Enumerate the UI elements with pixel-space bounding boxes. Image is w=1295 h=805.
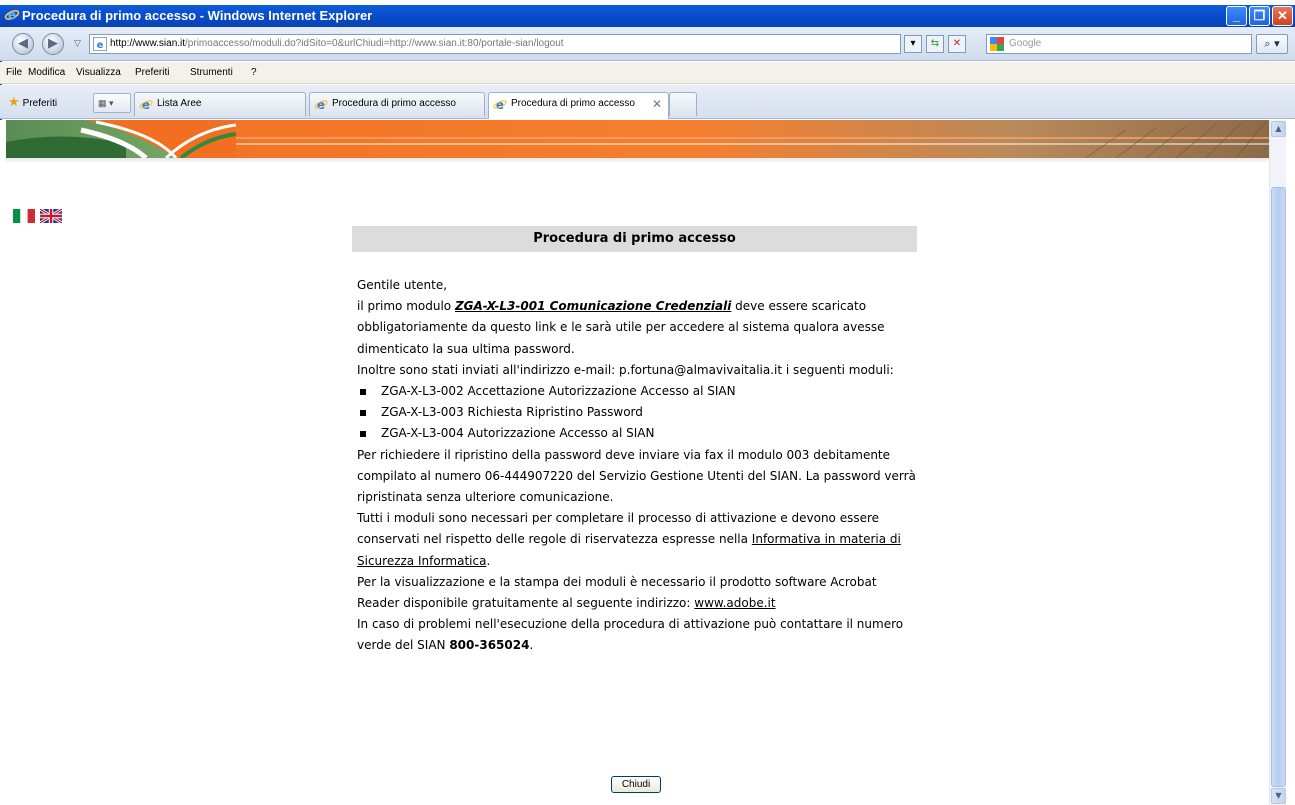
window-right-edge xyxy=(1286,120,1295,805)
ie-tab-icon: e xyxy=(314,98,328,111)
stop-icon[interactable]: ✕ xyxy=(948,35,966,53)
forward-button[interactable]: ▶ xyxy=(42,33,64,55)
tab-close-icon[interactable]: ✕ xyxy=(652,93,662,115)
paragraph-email: Inoltre sono stati inviati all'indirizzo… xyxy=(357,362,894,377)
chiudi-button[interactable]: Chiudi xyxy=(611,776,661,793)
internet-explorer-icon: e xyxy=(4,8,20,22)
tab-lista-aree[interactable]: e Lista Aree xyxy=(134,92,306,116)
minimize-button[interactable]: _ xyxy=(1226,6,1247,26)
menu-strumenti[interactable]: Strumenti xyxy=(190,67,233,78)
title-bar: e Procedura di primo accesso - Windows I… xyxy=(0,5,1295,27)
p4-text-after: . xyxy=(486,553,491,568)
scrollbar-thumb[interactable] xyxy=(1271,187,1286,787)
list-item: ZGA-X-L3-003 Richiesta Ripristino Passwo… xyxy=(357,402,917,423)
p1-text-before: il primo modulo xyxy=(357,299,455,314)
greeting: Gentile utente, xyxy=(357,278,448,292)
back-button[interactable]: ◀ xyxy=(12,33,34,55)
tab-label: Procedura di primo accesso xyxy=(511,98,635,109)
uk-flag-icon[interactable] xyxy=(40,209,62,223)
svg-text:e: e xyxy=(496,98,504,111)
menu-visualizza[interactable]: Visualizza xyxy=(76,67,121,78)
search-button[interactable]: ⌕ ▾ xyxy=(1256,34,1288,54)
tab-procedura-active[interactable]: e Procedura di primo accesso ✕ xyxy=(488,92,669,119)
url-path: /primoaccesso/moduli.do?idSito=0&urlChiu… xyxy=(185,38,564,49)
svg-text:e: e xyxy=(317,98,325,111)
address-dropdown-icon[interactable]: ▾ xyxy=(904,35,922,53)
scroll-up-icon[interactable]: ▲ xyxy=(1271,121,1286,137)
tab-label: Procedura di primo accesso xyxy=(332,98,456,109)
favorites-button[interactable]: ★ Preferiti xyxy=(8,94,57,110)
menu-preferiti[interactable]: Preferiti xyxy=(135,67,169,78)
p5-text-before: Per la visualizzazione e la stampa dei m… xyxy=(357,574,877,611)
menu-help[interactable]: ? xyxy=(251,67,257,78)
svg-text:e: e xyxy=(8,8,16,22)
window-title: Procedura di primo accesso - Windows Int… xyxy=(22,8,373,23)
url-host: http://www.sian.it xyxy=(110,38,186,49)
modules-list: ZGA-X-L3-002 Accettazione Autorizzazione… xyxy=(357,381,917,445)
content-body: Gentile utente, il primo modulo ZGA-X-L3… xyxy=(357,275,917,657)
menu-modifica[interactable]: Modifica xyxy=(28,67,65,78)
banner-shadow xyxy=(6,158,1269,163)
star-icon: ★ xyxy=(8,94,20,109)
paragraph-ripristino: Per richiedere il ripristino della passw… xyxy=(357,447,916,505)
paragraph-contatti: In caso di problemi nell'esecuzione dell… xyxy=(357,614,917,656)
favorites-label: Preferiti xyxy=(22,98,58,109)
adobe-link[interactable]: www.adobe.it xyxy=(694,596,775,610)
menu-bar: File Modifica Visualizza Preferiti Strum… xyxy=(0,62,1295,84)
paragraph-acrobat: Per la visualizzazione e la stampa dei m… xyxy=(357,572,917,614)
list-item: ZGA-X-L3-002 Accettazione Autorizzazione… xyxy=(357,381,917,402)
list-item: ZGA-X-L3-004 Autorizzazione Accesso al S… xyxy=(357,423,917,444)
address-input[interactable]: e http://www.sian.it/primoaccesso/moduli… xyxy=(89,34,901,54)
forward-arrow-icon: ▶ xyxy=(48,36,58,51)
search-input[interactable]: Google xyxy=(986,34,1252,54)
maximize-button[interactable]: ❐ xyxy=(1249,6,1270,26)
vertical-scrollbar[interactable]: ▲ ▼ xyxy=(1269,120,1286,805)
italian-flag-icon[interactable] xyxy=(13,209,35,223)
scroll-down-icon[interactable]: ▼ xyxy=(1271,788,1286,804)
tab-bar: ★ Preferiti ▦ ▾ e Lista Aree e Procedura … xyxy=(0,85,1295,119)
quick-tabs-button[interactable]: ▦ ▾ xyxy=(93,93,131,113)
page-viewport: Procedura di primo accesso Gentile utent… xyxy=(0,120,1269,805)
site-banner xyxy=(6,120,1269,158)
new-tab-button[interactable] xyxy=(669,92,697,116)
google-icon xyxy=(990,37,1004,51)
paragraph-conservazione: Tutti i moduli sono necessari per comple… xyxy=(357,508,917,572)
tab-label: Lista Aree xyxy=(157,98,202,109)
p6-text-after: . xyxy=(529,638,534,653)
ie-tab-icon: e xyxy=(139,98,153,111)
paragraph-modulo-001: il primo modulo ZGA-X-L3-001 Comunicazio… xyxy=(357,296,917,360)
numero-verde: 800-365024 xyxy=(449,638,530,653)
svg-text:e: e xyxy=(97,40,104,51)
close-window-button[interactable]: ✕ xyxy=(1272,6,1293,26)
address-toolbar: ◀ ▶ ▽ e http://www.sian.it/primoaccesso/… xyxy=(0,27,1295,61)
p6-text-before: In caso di problemi nell'esecuzione dell… xyxy=(357,617,904,653)
page-title: Procedura di primo accesso xyxy=(352,226,917,252)
svg-text:e: e xyxy=(142,98,150,111)
modulo-001-link[interactable]: ZGA-X-L3-001 Comunicazione Credenziali xyxy=(455,299,731,313)
page-ie-icon: e xyxy=(93,37,107,51)
back-arrow-icon: ◀ xyxy=(18,36,28,51)
search-placeholder: Google xyxy=(1009,38,1042,49)
menu-file[interactable]: File xyxy=(6,67,22,78)
tab-procedura-1[interactable]: e Procedura di primo accesso xyxy=(309,92,485,116)
refresh-icon[interactable]: ⇆ xyxy=(926,35,944,53)
history-dropdown-icon[interactable]: ▽ xyxy=(74,39,81,49)
ie-tab-icon: e xyxy=(493,98,507,111)
